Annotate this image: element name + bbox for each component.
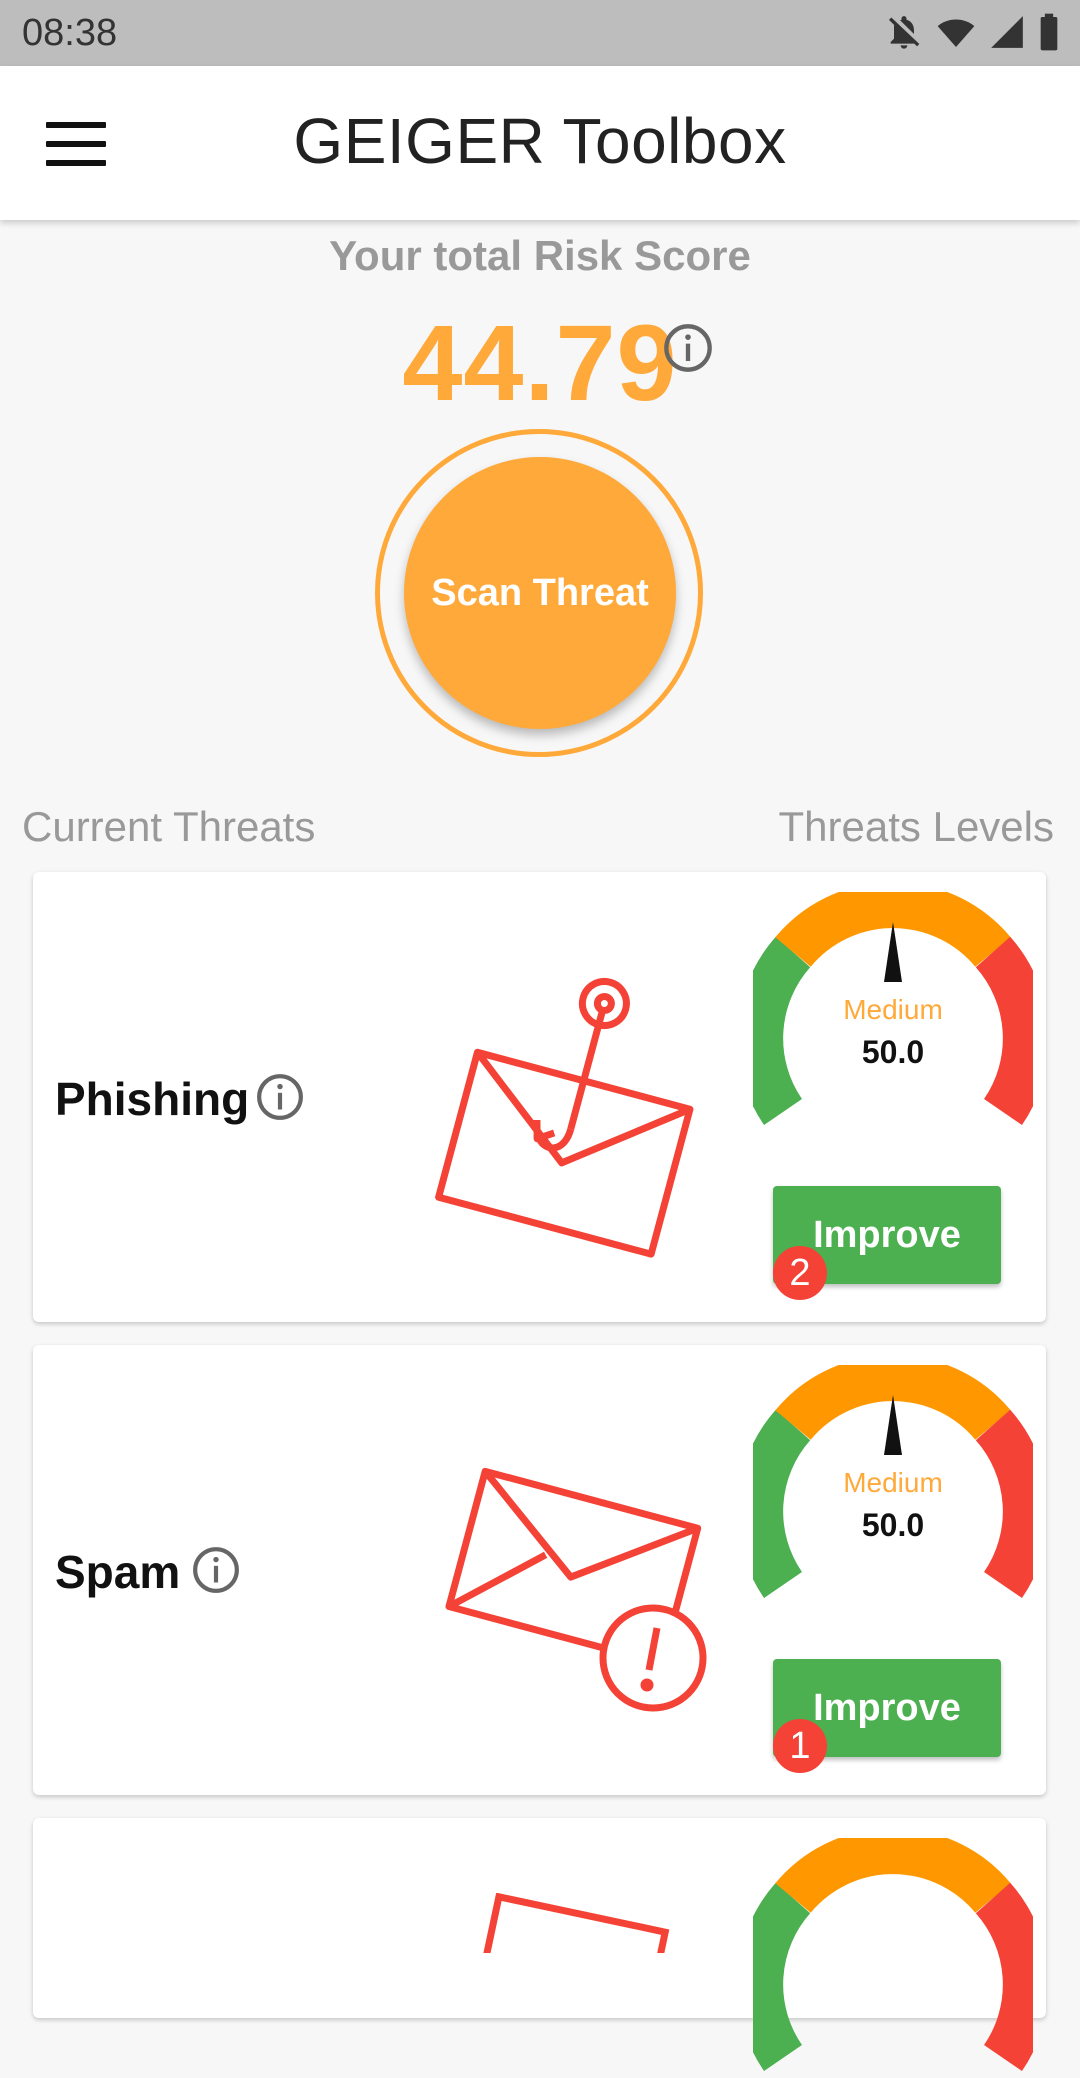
threat-card-spam: Spam Medium 50.0 Improve 1: [33, 1345, 1046, 1795]
spam-envelope-icon: [445, 1467, 707, 1712]
wifi-icon: [937, 19, 975, 47]
app-bar: GEIGER Toolbox: [0, 66, 1080, 220]
phishing-info-icon[interactable]: [255, 1072, 305, 1122]
status-time: 08:38: [22, 11, 118, 54]
battery-icon: [1040, 13, 1058, 51]
notification-badge: 2: [773, 1246, 827, 1300]
threat-gauge: [753, 1838, 1033, 2072]
app-title: GEIGER Toolbox: [293, 105, 787, 177]
notification-badge: 1: [773, 1719, 827, 1773]
risk-score-label: Your total Risk Score: [329, 232, 751, 279]
gauge-value: 50.0: [861, 1034, 925, 1070]
status-icons: [884, 12, 1062, 52]
scan-threat-button[interactable]: Scan Threat: [404, 457, 676, 729]
threat-name: Spam: [55, 1546, 181, 1598]
risk-info-icon[interactable]: [662, 322, 714, 374]
status-bar: 08:38: [0, 0, 1080, 66]
threat-name: Phishing: [55, 1073, 250, 1125]
threat-card-partial: [33, 1818, 1046, 2072]
notifications-off-icon: [889, 16, 920, 49]
spam-info-icon[interactable]: [191, 1545, 241, 1595]
phishing-envelope-icon: [435, 978, 694, 1258]
current-threats-heading: Current Threats: [22, 803, 316, 850]
risk-score-value: 44.79: [402, 302, 678, 423]
threat-card-phishing: Phishing Medium 50.0 Improve 2: [33, 872, 1046, 1322]
gauge-level-label: Medium: [843, 994, 943, 1025]
signal-icon: [991, 16, 1023, 48]
envelope-icon: [476, 1893, 670, 1953]
threat-levels-heading: Threats Levels: [778, 803, 1054, 850]
gauge-level-label: Medium: [843, 1467, 943, 1498]
gauge-value: 50.0: [861, 1507, 925, 1543]
